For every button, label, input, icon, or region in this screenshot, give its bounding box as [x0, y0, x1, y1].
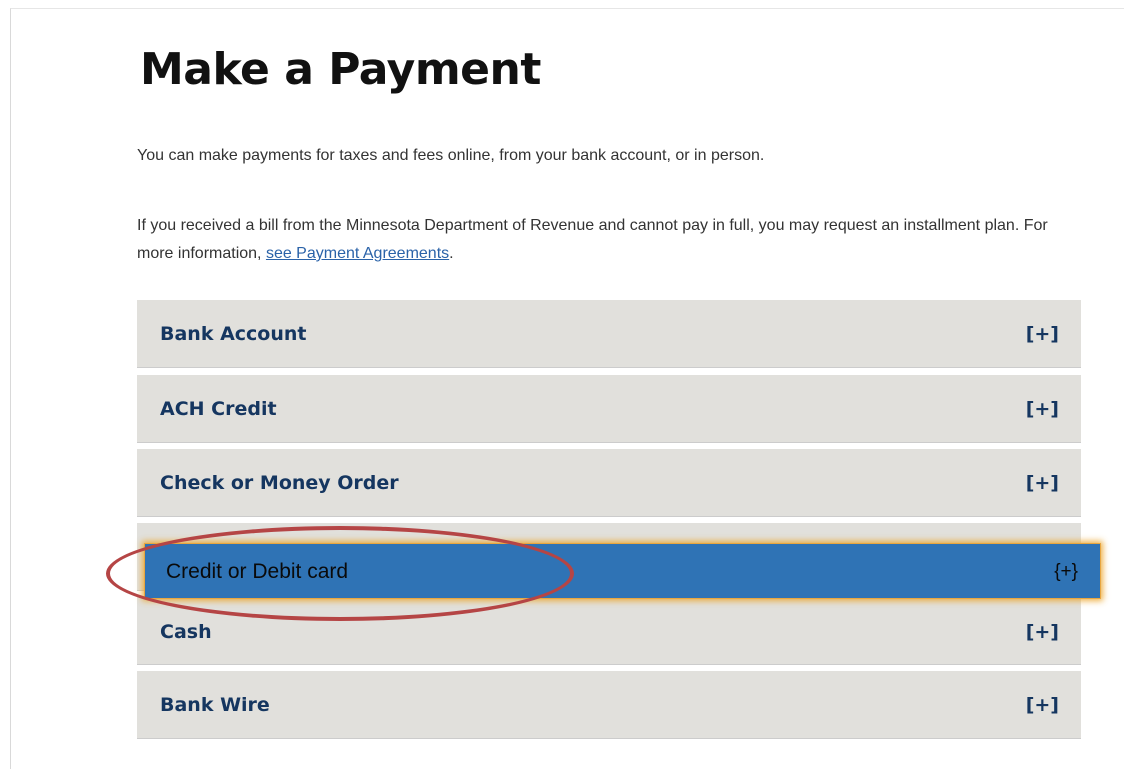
accordion-label: ACH Credit	[160, 398, 277, 420]
accordion-label: Bank Wire	[160, 694, 270, 716]
expand-toggle[interactable]: [+]	[1026, 449, 1059, 517]
accordion-label: Credit or Debit card	[166, 560, 349, 583]
accordion-label: Check or Money Order	[160, 472, 399, 494]
accordion-bank-wire[interactable]: Bank Wire [+]	[137, 671, 1081, 739]
expand-toggle[interactable]: {+}	[1054, 544, 1078, 600]
page-title: Make a Payment	[140, 44, 541, 95]
payment-agreements-link[interactable]: see Payment Agreements	[266, 245, 449, 262]
accordion-bank-account[interactable]: Bank Account [+]	[137, 300, 1081, 368]
accordion-cash[interactable]: Cash [+]	[137, 597, 1081, 665]
accordion-label: Cash	[160, 621, 212, 643]
installment-text: If you received a bill from the Minnesot…	[137, 212, 1072, 268]
expand-toggle[interactable]: [+]	[1026, 671, 1059, 739]
expand-toggle[interactable]: [+]	[1026, 375, 1059, 443]
installment-end: .	[449, 245, 454, 262]
accordion-ach-credit[interactable]: ACH Credit [+]	[137, 375, 1081, 443]
accordion-check-or-money-order[interactable]: Check or Money Order [+]	[137, 449, 1081, 517]
intro-text: You can make payments for taxes and fees…	[137, 147, 765, 164]
expand-toggle[interactable]: [+]	[1026, 300, 1059, 368]
expand-toggle[interactable]: [+]	[1026, 597, 1059, 667]
accordion-label: Bank Account	[160, 323, 307, 345]
accordion-credit-or-debit-card[interactable]: Credit or Debit card {+}	[144, 543, 1101, 599]
